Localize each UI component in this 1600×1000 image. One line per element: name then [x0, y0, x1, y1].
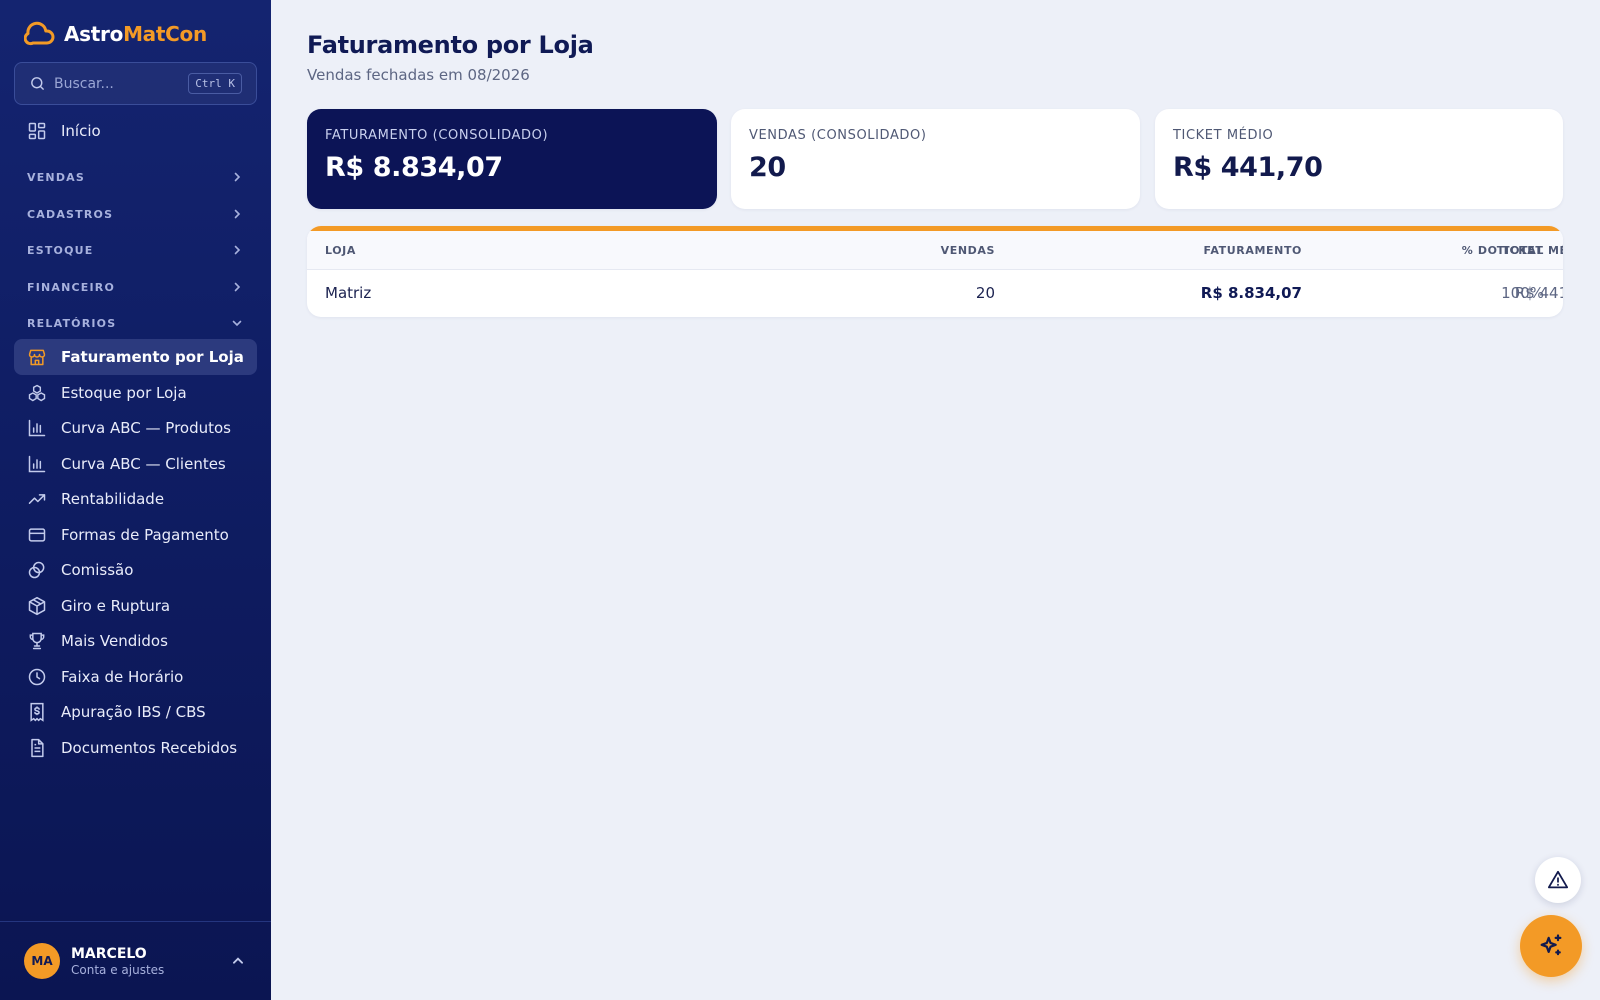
bar-chart-icon	[28, 419, 46, 437]
report-issue-button[interactable]	[1535, 857, 1581, 903]
kpi-value: 20	[749, 152, 786, 183]
nav-item-documentos-recebidos[interactable]: Documentos Recebidos	[14, 730, 257, 766]
column-header-loja[interactable]: LOJA	[325, 231, 356, 270]
nav-item-label: Giro e Ruptura	[61, 597, 171, 615]
chevron-down-icon	[232, 320, 242, 327]
table-row[interactable]: Matriz 20 R$ 8.834,07 R$ 441,70 100%	[307, 270, 1563, 317]
warning-triangle-icon	[1547, 870, 1569, 889]
nav-item-label: Comissão	[61, 561, 134, 579]
brand-logo[interactable]: AstroMatCon	[24, 20, 207, 48]
section-label: RELATÓRIOS	[27, 316, 117, 330]
trophy-icon	[29, 632, 45, 650]
nav-item-estoque-por-loja[interactable]: Estoque por Loja	[14, 375, 257, 411]
kpi-label: TICKET MÉDIO	[1173, 128, 1274, 143]
kpi-card-ticket-medio: TICKET MÉDIO R$ 441,70	[1155, 109, 1563, 209]
chevron-right-icon	[234, 209, 241, 219]
nav-item-curva-abc-produtos[interactable]: Curva ABC — Produtos	[14, 410, 257, 446]
cloud-icon	[24, 21, 55, 46]
nav-item-label: Curva ABC — Produtos	[61, 419, 231, 437]
kpi-card-vendas: VENDAS (CONSOLIDADO) 20	[731, 109, 1140, 209]
stores-table: LOJA VENDAS FATURAMENTO TICKET MÉDIO % D…	[307, 226, 1563, 317]
user-subtitle: Conta e ajustes	[71, 962, 165, 977]
section-financeiro[interactable]: FINANCEIRO	[27, 277, 243, 297]
cell-faturamento: R$ 8.834,07	[1200, 284, 1302, 302]
search-shortcut-hint: Ctrl K	[188, 73, 242, 94]
store-icon	[28, 349, 46, 366]
trending-up-icon	[28, 494, 46, 504]
nav-item-label: Mais Vendidos	[61, 632, 168, 650]
nav-item-label: Formas de Pagamento	[61, 526, 229, 544]
ai-assistant-button[interactable]	[1520, 915, 1582, 977]
cell-percent-total: 100%	[1501, 284, 1544, 302]
nav-item-apuracao-ibs-cbs[interactable]: Apuração IBS / CBS	[14, 694, 257, 730]
nav-item-faturamento-por-loja[interactable]: Faturamento por Loja	[14, 339, 257, 375]
kpi-value: R$ 8.834,07	[325, 152, 503, 183]
nav-item-label: Faturamento por Loja	[61, 348, 244, 366]
boxes-icon	[28, 384, 46, 402]
nav-item-label: Curva ABC — Clientes	[61, 455, 226, 473]
bar-chart-icon	[28, 455, 46, 473]
user-name: MARCELO	[71, 945, 147, 962]
sparkles-icon	[1540, 934, 1562, 956]
kpi-label: VENDAS (CONSOLIDADO)	[749, 128, 927, 143]
avatar: MA	[24, 943, 60, 979]
nav-item-formas-de-pagamento[interactable]: Formas de Pagamento	[14, 517, 257, 553]
package-icon	[28, 596, 46, 616]
nav-item-faixa-de-horario[interactable]: Faixa de Horário	[14, 659, 257, 695]
clock-icon	[28, 668, 46, 686]
nav-item-inicio[interactable]: Início	[14, 113, 257, 149]
user-account-menu[interactable]: MA MARCELO Conta e ajustes	[0, 921, 271, 1000]
user-info: MARCELO Conta e ajustes	[71, 946, 231, 977]
brand-name: AstroMatCon	[64, 22, 207, 46]
sidebar: AstroMatCon Buscar... Ctrl K Início VEND…	[0, 0, 271, 1000]
search-icon	[31, 77, 44, 90]
column-header-vendas[interactable]: VENDAS	[687, 231, 995, 270]
section-vendas[interactable]: VENDAS	[27, 167, 243, 187]
nav-item-label: Documentos Recebidos	[61, 739, 238, 757]
nav-item-curva-abc-clientes[interactable]: Curva ABC — Clientes	[14, 446, 257, 482]
dashboard-icon	[28, 122, 46, 140]
section-label: CADASTROS	[27, 207, 114, 221]
nav-item-mais-vendidos[interactable]: Mais Vendidos	[14, 623, 257, 659]
kpi-value: R$ 441,70	[1173, 152, 1323, 183]
chevron-up-icon[interactable]	[231, 954, 245, 968]
kpi-label: FATURAMENTO (CONSOLIDADO)	[325, 128, 549, 143]
nav-item-rentabilidade[interactable]: Rentabilidade	[14, 481, 257, 517]
credit-card-icon	[28, 528, 46, 542]
page-title: Faturamento por Loja	[307, 31, 594, 59]
section-relatorios[interactable]: RELATÓRIOS	[27, 313, 243, 333]
cell-loja: Matriz	[325, 284, 372, 302]
section-estoque[interactable]: ESTOQUE	[27, 240, 243, 260]
nav-item-label: Rentabilidade	[61, 490, 165, 508]
nav-item-label: Estoque por Loja	[61, 384, 187, 402]
nav-item-label: Início	[61, 122, 101, 140]
receipt-dollar-icon	[30, 702, 44, 722]
section-cadastros[interactable]: CADASTROS	[27, 204, 243, 224]
nav-item-giro-e-ruptura[interactable]: Giro e Ruptura	[14, 588, 257, 624]
section-label: ESTOQUE	[27, 243, 94, 257]
document-icon	[31, 738, 44, 758]
column-header-faturamento[interactable]: FATURAMENTO	[1007, 231, 1302, 270]
table-header: LOJA VENDAS FATURAMENTO TICKET MÉDIO % D…	[307, 231, 1563, 270]
section-label: FINANCEIRO	[27, 280, 116, 294]
nav-item-label: Faixa de Horário	[61, 668, 184, 686]
cell-vendas: 20	[975, 284, 995, 302]
chevron-right-icon	[234, 245, 241, 255]
kpi-card-faturamento: FATURAMENTO (CONSOLIDADO) R$ 8.834,07	[307, 109, 717, 209]
nav-item-comissao[interactable]: Comissão	[14, 552, 257, 588]
search-box[interactable]: Buscar... Ctrl K	[14, 62, 257, 105]
column-header-percent-total[interactable]: % DO TOTAL	[1397, 231, 1544, 270]
chevron-right-icon	[234, 282, 241, 292]
page-subtitle: Vendas fechadas em 08/2026	[307, 66, 530, 84]
chevron-right-icon	[234, 172, 241, 182]
search-input[interactable]: Buscar...	[54, 76, 188, 92]
coins-icon	[28, 561, 45, 579]
section-label: VENDAS	[27, 170, 85, 184]
nav-item-label: Apuração IBS / CBS	[61, 703, 206, 721]
